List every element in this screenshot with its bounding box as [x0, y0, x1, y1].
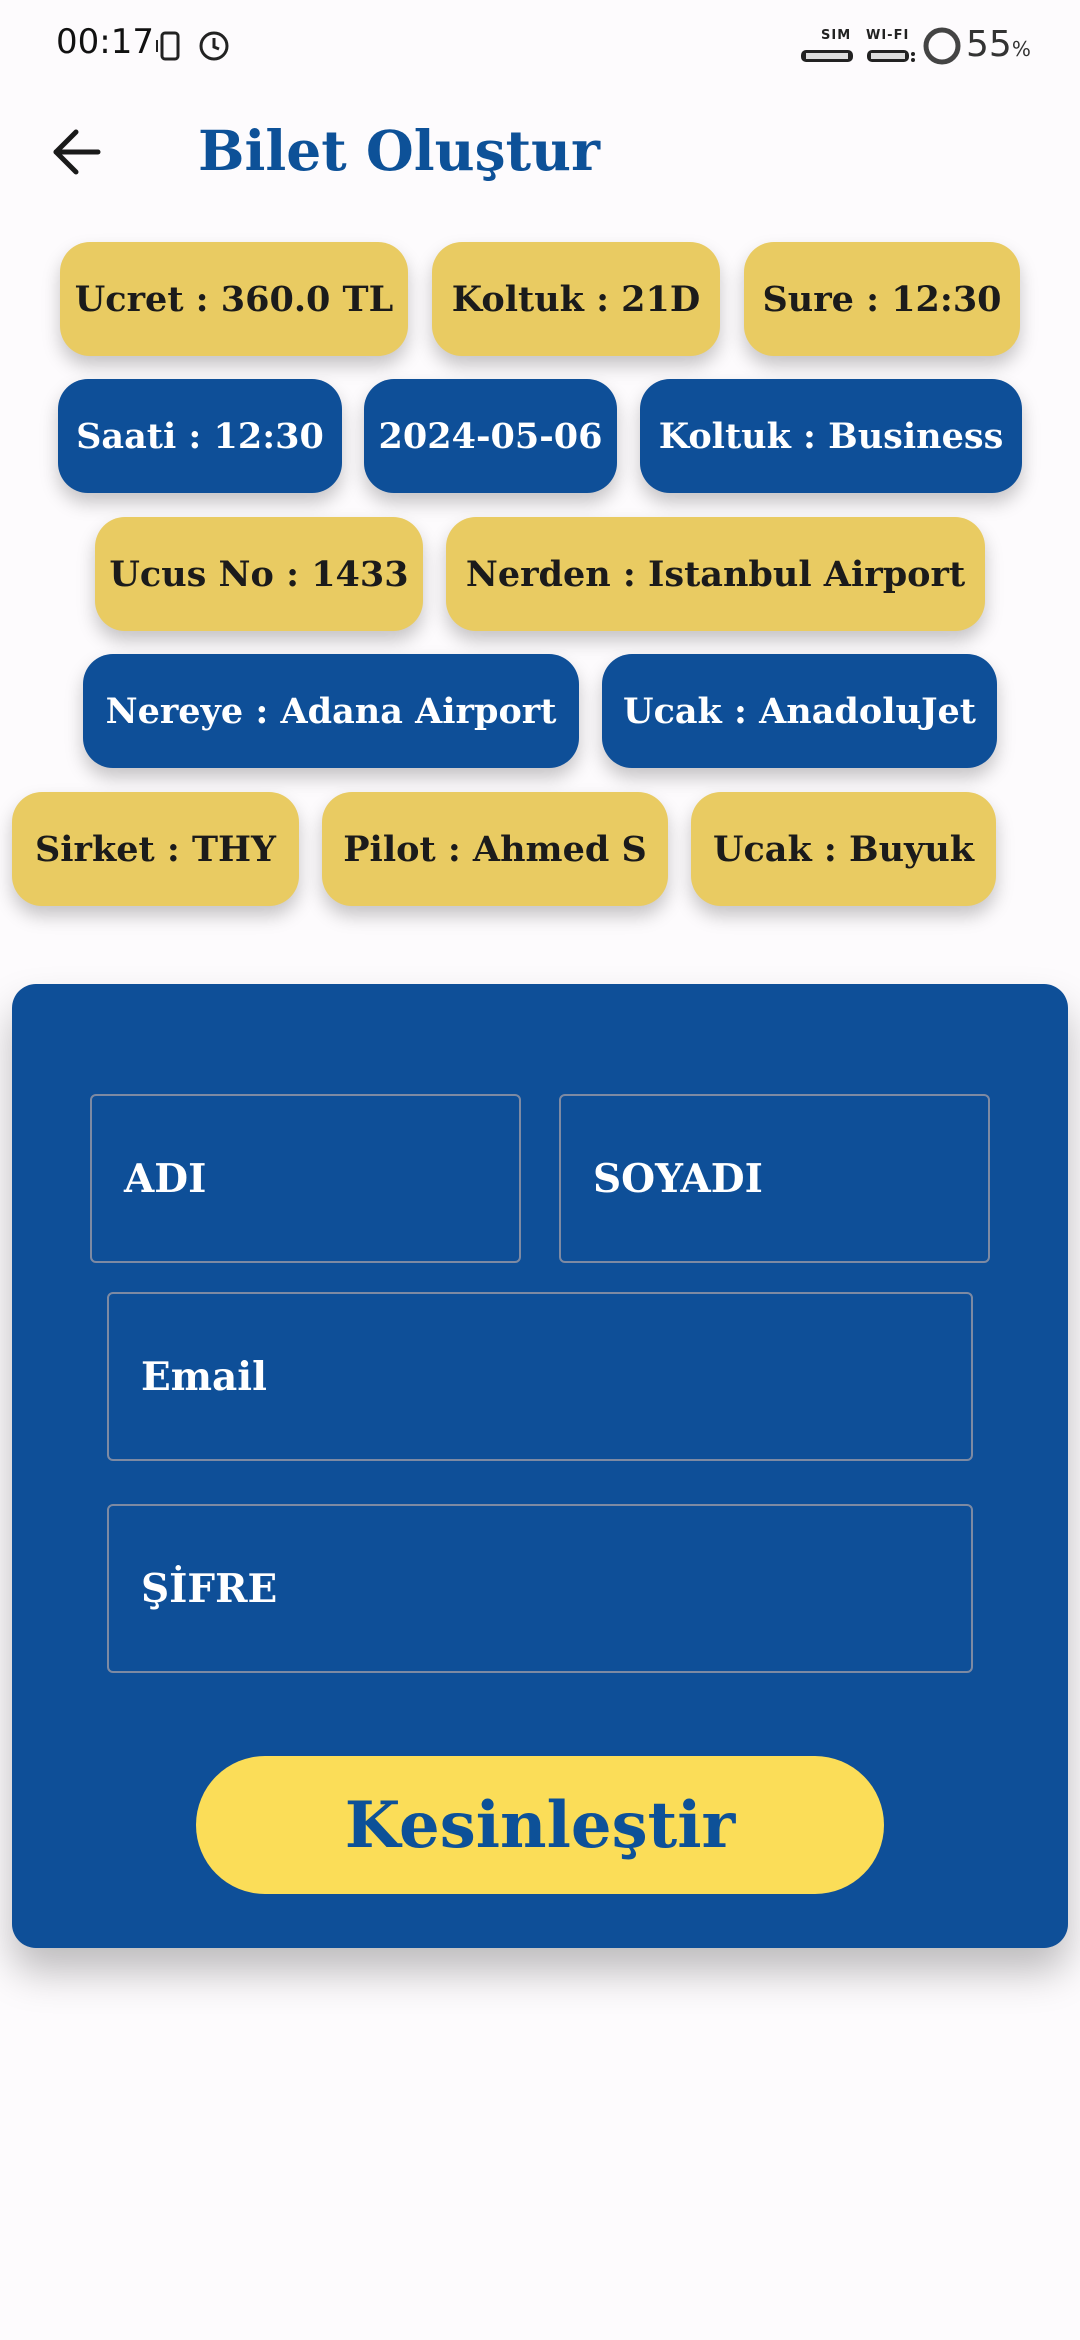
- wifi-signal-icon: [866, 48, 916, 67]
- chip-seat-class: Koltuk : Business: [640, 379, 1022, 493]
- battery-percentage: 55%: [966, 24, 1031, 65]
- phone-vibrate-icon: [154, 30, 184, 68]
- chip-price: Ucret : 360.0 TL: [60, 242, 408, 356]
- chip-pilot: Pilot : Ahmed S: [322, 792, 668, 906]
- battery-ring-icon: [922, 26, 962, 70]
- chip-date: 2024-05-06: [364, 379, 617, 493]
- back-button[interactable]: [40, 118, 112, 190]
- last-name-input[interactable]: SOYADI: [559, 1094, 990, 1263]
- chip-duration: Sure : 12:30: [744, 242, 1020, 356]
- wifi-label: WI-FI: [866, 28, 910, 43]
- app-bar: Bilet Oluştur: [0, 96, 1080, 206]
- chip-aircraft-company: Ucak : AnadoluJet: [602, 654, 997, 768]
- arrow-left-icon: [50, 128, 102, 180]
- status-bar: 00:17 SIM WI-FI 55%: [0, 0, 1080, 96]
- chip-seat-number: Koltuk : 21D: [432, 242, 720, 356]
- confirm-button[interactable]: Kesinleştir: [196, 1756, 884, 1894]
- status-time: 00:17: [56, 22, 154, 62]
- chip-flight-number: Ucus No : 1433: [95, 517, 423, 631]
- chip-origin: Nerden : Istanbul Airport: [446, 517, 985, 631]
- sim-label: SIM: [821, 28, 852, 43]
- page-title: Bilet Oluştur: [198, 118, 600, 183]
- sim-signal-icon: [800, 48, 854, 67]
- alarm-clock-icon: [198, 30, 230, 66]
- chip-time: Saati : 12:30: [58, 379, 342, 493]
- ticket-form-card: ADI SOYADI Email ŞİFRE Kesinleştir: [12, 984, 1068, 1948]
- chip-airline: Sirket : THY: [12, 792, 299, 906]
- chip-destination: Nereye : Adana Airport: [83, 654, 579, 768]
- first-name-input[interactable]: ADI: [90, 1094, 521, 1263]
- email-input[interactable]: Email: [107, 1292, 973, 1461]
- password-input[interactable]: ŞİFRE: [107, 1504, 973, 1673]
- chip-aircraft-size: Ucak : Buyuk: [691, 792, 996, 906]
